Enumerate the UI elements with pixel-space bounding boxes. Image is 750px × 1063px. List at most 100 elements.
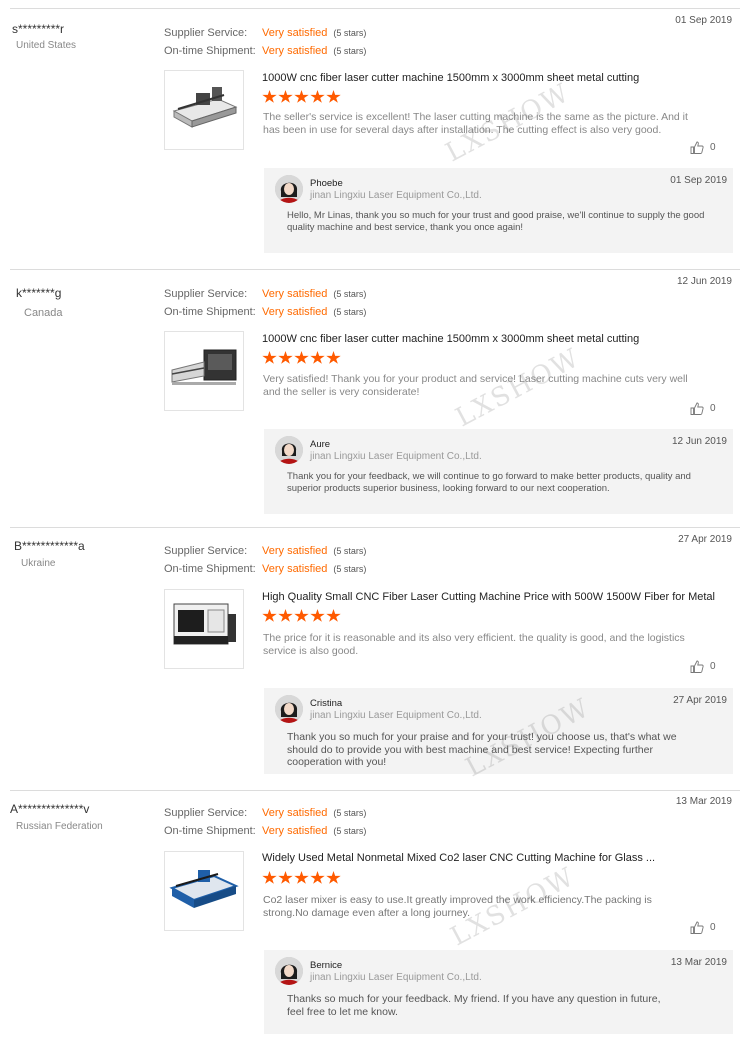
supplier-service-label: Supplier Service: [164, 807, 248, 819]
supplier-service-label: Supplier Service: [164, 27, 248, 39]
product-title[interactable]: 1000W cnc fiber laser cutter machine 150… [262, 72, 639, 84]
reply-text: Thank you for your feedback, we will con… [287, 471, 691, 494]
star-icon [262, 871, 277, 884]
buyer-name: s*********r [12, 22, 65, 36]
review-comment: The price for it is reasonable and its a… [263, 632, 685, 657]
thumbs-up-icon [690, 402, 704, 415]
star-icon [310, 351, 325, 364]
star-icon [326, 90, 341, 103]
product-thumbnail[interactable] [164, 851, 244, 931]
product-title[interactable]: High Quality Small CNC Fiber Laser Cutti… [262, 591, 715, 603]
supplier-service-stars: (5 stars) [333, 546, 367, 556]
like-button[interactable]: 0 [690, 660, 716, 673]
like-count: 0 [710, 661, 716, 673]
star-icon [262, 90, 277, 103]
avatar [275, 695, 303, 723]
avatar [275, 436, 303, 464]
on-time-shipment-value: Very satisfied [262, 306, 328, 318]
avatar-image [275, 436, 303, 464]
buyer-country: Russian Federation [16, 821, 103, 832]
avatar-image [275, 175, 303, 203]
on-time-shipment-stars: (5 stars) [333, 307, 367, 317]
product-rating-stars [262, 871, 342, 890]
laser-machine-image [173, 603, 236, 645]
like-button[interactable]: 0 [690, 402, 716, 415]
product-thumbnail[interactable] [164, 70, 244, 150]
thumbs-up-icon [690, 921, 704, 934]
star-icon [310, 609, 325, 622]
like-count: 0 [710, 142, 716, 154]
buyer-country: United States [16, 40, 77, 51]
star-icon [310, 871, 325, 884]
like-button[interactable]: 0 [690, 921, 716, 934]
star-icon [278, 609, 293, 622]
laser-machine-image [171, 349, 237, 385]
laser-machine-image [172, 87, 238, 128]
product-thumbnail[interactable] [164, 331, 244, 411]
supplier-service-stars: (5 stars) [333, 808, 367, 818]
review-date: 12 Jun 2019 [676, 276, 732, 287]
review-card: k*******g Canada Supplier Service: Very s… [0, 269, 750, 529]
reply-company: jinan Lingxiu Laser Equipment Co.,Ltd. [310, 190, 482, 201]
divider [10, 8, 740, 9]
reply-date: 12 Jun 2019 [671, 436, 727, 447]
star-icon [310, 90, 325, 103]
like-count: 0 [710, 403, 716, 415]
reply-author-name: Cristina [310, 698, 343, 709]
star-icon [278, 871, 293, 884]
star-icon [326, 609, 341, 622]
like-button[interactable]: 0 [690, 141, 716, 154]
reply-company: jinan Lingxiu Laser Equipment Co.,Ltd. [310, 972, 482, 983]
on-time-shipment-label: On-time Shipment: [164, 563, 256, 575]
on-time-shipment-label: On-time Shipment: [164, 45, 256, 57]
product-title[interactable]: Widely Used Metal Nonmetal Mixed Co2 las… [262, 852, 655, 864]
reply-date: 01 Sep 2019 [670, 175, 727, 186]
review-date: 13 Mar 2019 [675, 796, 732, 807]
on-time-shipment-value: Very satisfied [262, 563, 328, 575]
thumbs-up-icon [690, 141, 704, 154]
on-time-shipment-label: On-time Shipment: [164, 825, 256, 837]
supplier-service-value: Very satisfied [262, 545, 328, 557]
on-time-shipment-row: On-time Shipment: Very satisfied (5 stars) [164, 306, 366, 318]
on-time-shipment-stars: (5 stars) [333, 46, 367, 56]
divider [10, 790, 740, 791]
star-icon [326, 351, 341, 364]
on-time-shipment-value: Very satisfied [262, 825, 328, 837]
buyer-country: Canada [24, 307, 63, 319]
product-title[interactable]: 1000W cnc fiber laser cutter machine 150… [262, 333, 639, 345]
buyer-name: A**************v [10, 802, 90, 816]
review-card: s*********r United States Supplier Servi… [0, 8, 750, 270]
avatar [275, 957, 303, 985]
review-date: 27 Apr 2019 [678, 534, 732, 545]
on-time-shipment-stars: (5 stars) [333, 564, 367, 574]
supplier-service-label: Supplier Service: [164, 545, 248, 557]
star-icon [294, 871, 309, 884]
on-time-shipment-value: Very satisfied [262, 45, 328, 57]
star-icon [262, 609, 277, 622]
star-icon [278, 90, 293, 103]
reply-text: Thanks so much for your feedback. My fri… [287, 993, 661, 1018]
reply-date: 27 Apr 2019 [673, 695, 727, 706]
review-card: A**************v Russian Federation Supp… [0, 790, 750, 1060]
supplier-service-label: Supplier Service: [164, 288, 248, 300]
supplier-service-value: Very satisfied [262, 807, 328, 819]
like-count: 0 [710, 922, 716, 934]
review-card: B************a Ukraine Supplier Service:… [0, 527, 750, 791]
star-icon [326, 871, 341, 884]
supplier-service-value: Very satisfied [262, 27, 328, 39]
on-time-shipment-row: On-time Shipment: Very satisfied (5 stars) [164, 825, 366, 837]
review-date: 01 Sep 2019 [675, 15, 732, 26]
reply-author-name: Phoebe [310, 178, 343, 189]
reply-company: jinan Lingxiu Laser Equipment Co.,Ltd. [310, 710, 482, 721]
product-thumbnail[interactable] [164, 589, 244, 669]
avatar [275, 175, 303, 203]
buyer-name: k*******g [16, 286, 62, 300]
supplier-service-row: Supplier Service: Very satisfied (5 stars) [164, 807, 366, 819]
product-rating-stars [262, 351, 342, 370]
product-rating-stars [262, 90, 342, 109]
reviews-page: s*********r United States Supplier Servi… [0, 0, 750, 1063]
laser-machine-image [169, 870, 239, 908]
supplier-service-row: Supplier Service: Very satisfied (5 stars) [164, 27, 366, 39]
reply-company: jinan Lingxiu Laser Equipment Co.,Ltd. [310, 451, 482, 462]
divider [10, 527, 740, 528]
